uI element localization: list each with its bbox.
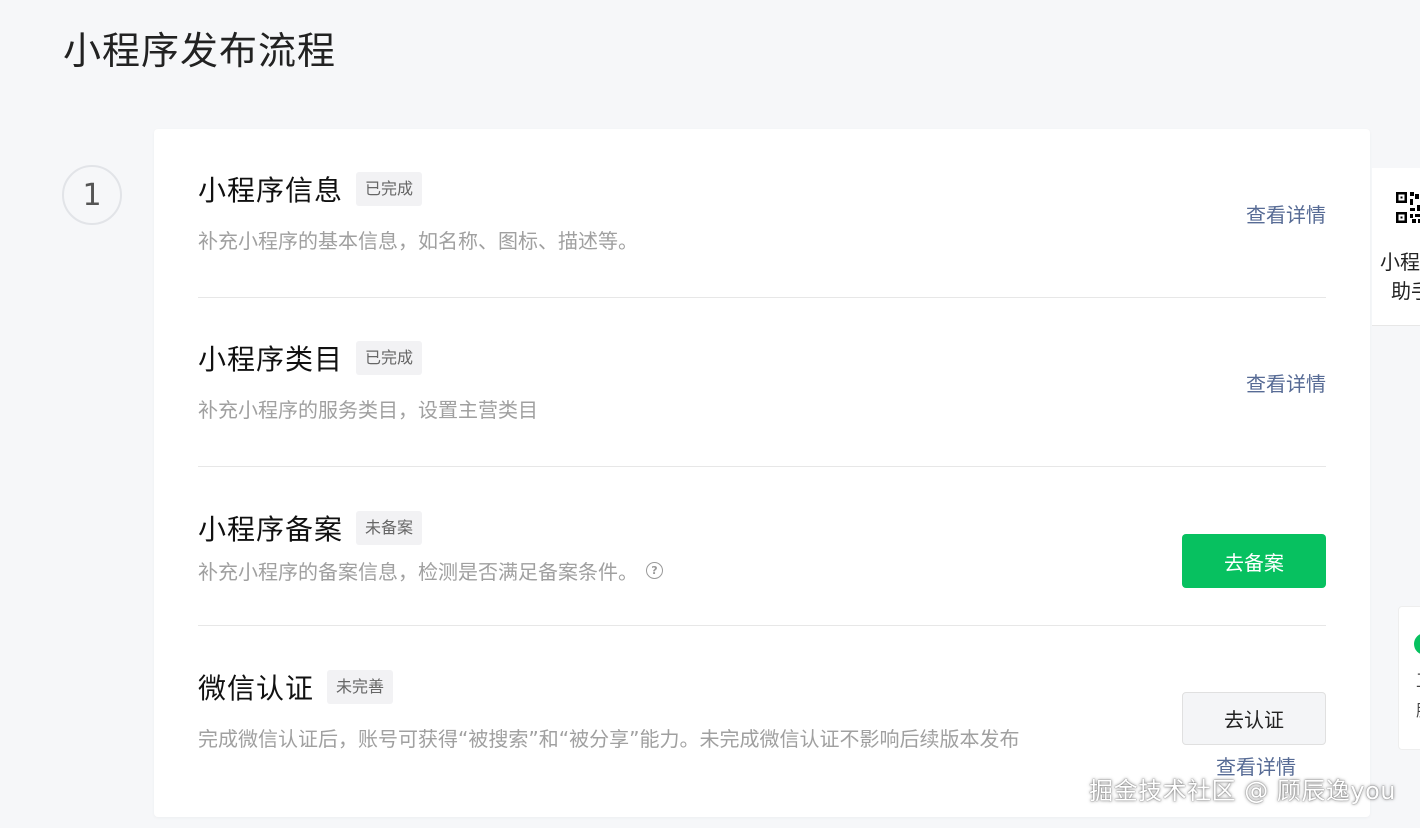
- item-description: 完成微信认证后，账号可获得“被搜索”和“被分享”能力。未完成微信认证不影响后续版…: [198, 727, 1020, 751]
- side-status-fragment: 卫: [1416, 667, 1420, 691]
- page: 小程序发布流程 1 小程序信息 已完成 补充小程序的基本信息，如名称、图标、描述…: [0, 0, 1420, 828]
- divider: [198, 625, 1326, 626]
- side-label-line1: 小程: [1380, 250, 1420, 274]
- side-label-line2: 助手: [1391, 279, 1420, 303]
- status-badge: 未备案: [356, 511, 423, 545]
- status-badge: 已完成: [356, 341, 423, 375]
- qr-code-icon: [1396, 192, 1420, 223]
- mini-program-assistant-panel[interactable]: 小程 助手: [1372, 168, 1420, 326]
- item-title: 小程序类目: [198, 343, 344, 376]
- step-item-category: 小程序类目 已完成 补充小程序的服务类目，设置主营类目 查看详情: [198, 340, 1326, 470]
- item-description: 补充小程序的备案信息，检测是否满足备案条件。: [198, 560, 638, 584]
- view-details-link[interactable]: 查看详情: [1246, 199, 1326, 228]
- publish-steps-card: 小程序信息 已完成 补充小程序的基本信息，如名称、图标、描述等。 查看详情 小程…: [154, 129, 1370, 817]
- go-verify-button[interactable]: 去认证: [1182, 692, 1326, 745]
- go-filing-button[interactable]: 去备案: [1182, 534, 1326, 588]
- divider: [198, 297, 1326, 298]
- status-badge: 已完成: [356, 172, 423, 206]
- step-item-info: 小程序信息 已完成 补充小程序的基本信息，如名称、图标、描述等。 查看详情: [198, 171, 1326, 301]
- step-item-filing: 小程序备案 未备案 补充小程序的备案信息，检测是否满足备案条件。 ? 去备案: [198, 510, 1326, 640]
- side-status-fragment: 肝: [1416, 697, 1420, 721]
- status-badge: 未完善: [327, 670, 394, 704]
- view-details-link[interactable]: 查看详情: [1246, 368, 1326, 397]
- green-status-dot: [1414, 633, 1420, 655]
- step-number-circle: 1: [62, 165, 122, 225]
- item-description: 补充小程序的服务类目，设置主营类目: [198, 398, 538, 422]
- item-description: 补充小程序的基本信息，如名称、图标、描述等。: [198, 229, 638, 253]
- item-title: 小程序信息: [198, 174, 344, 207]
- watermark: 掘金技术社区 @ 顾辰逸you: [1089, 777, 1396, 805]
- divider: [198, 466, 1326, 467]
- item-description-row: 补充小程序的备案信息，检测是否满足备案条件。 ?: [198, 556, 1326, 585]
- page-title: 小程序发布流程: [63, 29, 337, 73]
- item-title: 微信认证: [198, 672, 315, 705]
- side-status-panel[interactable]: 卫 肝: [1398, 606, 1420, 750]
- question-circle-icon[interactable]: ?: [646, 562, 663, 579]
- item-title: 小程序备案: [198, 513, 344, 546]
